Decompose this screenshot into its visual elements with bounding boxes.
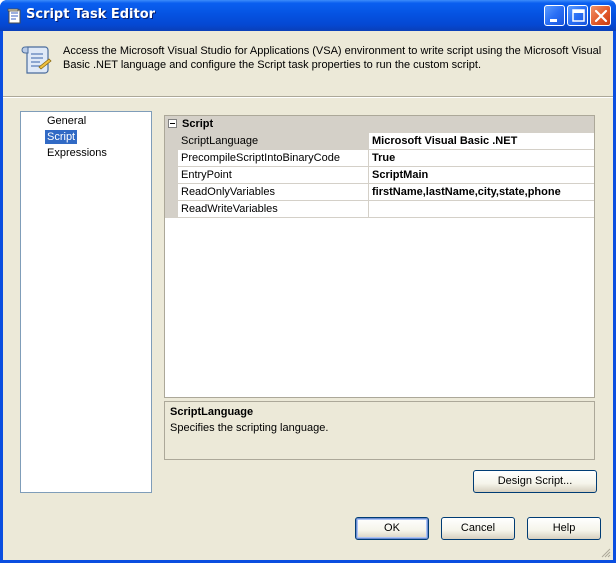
close-button[interactable] bbox=[590, 5, 611, 26]
header-description: Access the Microsoft Visual Studio for A… bbox=[63, 45, 602, 71]
property-name: ScriptLanguage bbox=[178, 133, 369, 150]
collapse-icon[interactable] bbox=[168, 119, 177, 128]
row-gutter bbox=[165, 133, 178, 150]
property-row-scriptlanguage[interactable]: ScriptLanguage Microsoft Visual Basic .N… bbox=[165, 133, 594, 150]
property-name: PrecompileScriptIntoBinaryCode bbox=[178, 150, 369, 167]
nav-item-general[interactable]: General bbox=[45, 114, 88, 128]
dialog-client-area: Access the Microsoft Visual Studio for A… bbox=[3, 31, 613, 560]
property-row-readwritevariables[interactable]: ReadWriteVariables bbox=[165, 201, 594, 218]
property-value[interactable]: True bbox=[369, 150, 594, 167]
property-value[interactable]: firstName,lastName,city,state,phone bbox=[369, 184, 594, 201]
window-title: Script Task Editor bbox=[26, 7, 156, 22]
nav-item-expressions[interactable]: Expressions bbox=[45, 146, 109, 160]
nav-item-script[interactable]: Script bbox=[45, 130, 78, 144]
property-value[interactable]: Microsoft Visual Basic .NET bbox=[369, 133, 594, 150]
property-grid[interactable]: Script ScriptLanguage Microsoft Visual B… bbox=[164, 115, 595, 398]
property-row-entrypoint[interactable]: EntryPoint ScriptMain bbox=[165, 167, 594, 184]
property-name: EntryPoint bbox=[178, 167, 369, 184]
script-task-icon bbox=[7, 8, 23, 24]
help-button[interactable]: Help bbox=[527, 517, 601, 540]
property-row-precompile[interactable]: PrecompileScriptIntoBinaryCode True bbox=[165, 150, 594, 167]
resize-grip-icon[interactable] bbox=[599, 546, 611, 558]
description-text: Specifies the scripting language. bbox=[170, 422, 329, 434]
description-title: ScriptLanguage bbox=[170, 406, 254, 418]
close-icon bbox=[594, 9, 608, 23]
property-value[interactable] bbox=[369, 201, 594, 218]
property-value[interactable]: ScriptMain bbox=[369, 167, 594, 184]
property-row-readonlyvariables[interactable]: ReadOnlyVariables firstName,lastName,cit… bbox=[165, 184, 594, 201]
row-gutter bbox=[165, 167, 178, 184]
row-gutter bbox=[165, 201, 178, 218]
script-task-editor-window: Script Task Editor Access the Microsoft … bbox=[0, 0, 616, 563]
category-label: Script bbox=[182, 118, 214, 130]
ok-button[interactable]: OK bbox=[355, 517, 429, 540]
row-gutter bbox=[165, 150, 178, 167]
maximize-button[interactable] bbox=[567, 5, 588, 26]
scroll-icon bbox=[19, 43, 53, 77]
header-band: Access the Microsoft Visual Studio for A… bbox=[3, 31, 613, 89]
page-navigation-list[interactable]: General Script Expressions bbox=[20, 111, 152, 493]
title-bar[interactable]: Script Task Editor bbox=[0, 0, 616, 31]
cancel-button[interactable]: Cancel bbox=[441, 517, 515, 540]
minimize-button[interactable] bbox=[544, 5, 565, 26]
maximize-icon bbox=[572, 9, 585, 22]
header-separator bbox=[3, 96, 613, 98]
design-script-button[interactable]: Design Script... bbox=[473, 470, 597, 493]
minimize-icon bbox=[550, 19, 557, 22]
row-gutter bbox=[165, 184, 178, 201]
property-name: ReadWriteVariables bbox=[178, 201, 369, 218]
property-description-panel: ScriptLanguage Specifies the scripting l… bbox=[164, 401, 595, 460]
category-row-script[interactable]: Script bbox=[165, 116, 594, 133]
property-name: ReadOnlyVariables bbox=[178, 184, 369, 201]
